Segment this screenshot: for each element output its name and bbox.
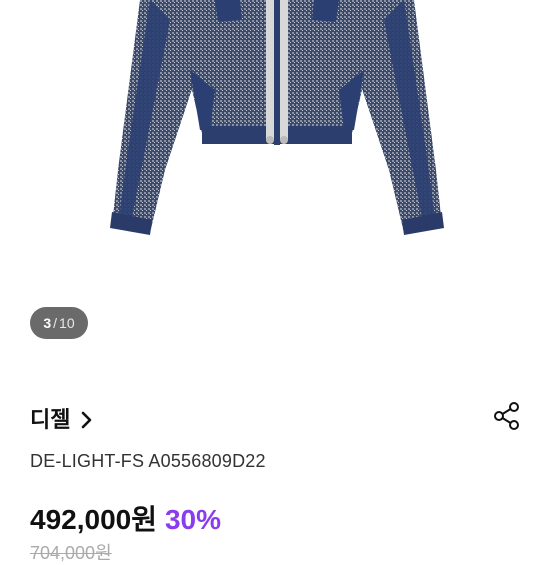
product-image-gallery[interactable] xyxy=(0,0,554,300)
brand-link[interactable]: 디젤 xyxy=(30,402,94,434)
product-model-name: DE-LIGHT-FS A0556809D22 xyxy=(30,451,266,471)
chevron-right-icon xyxy=(80,409,94,429)
total-image-count: 10 xyxy=(59,315,75,331)
discount-rate: 30% xyxy=(164,504,222,535)
brand-name: 디젤 xyxy=(30,407,71,432)
denim-jacket-image xyxy=(110,0,444,235)
counter-separator: / xyxy=(53,315,58,331)
share-icon[interactable] xyxy=(492,401,522,431)
sale-price: 492,000원 xyxy=(30,504,157,535)
price-row: 492,000원 30% xyxy=(30,498,221,538)
current-image-index: 3 xyxy=(43,315,52,331)
image-counter: 3 / 10 xyxy=(30,307,88,339)
original-price: 704,000원 xyxy=(30,543,112,563)
